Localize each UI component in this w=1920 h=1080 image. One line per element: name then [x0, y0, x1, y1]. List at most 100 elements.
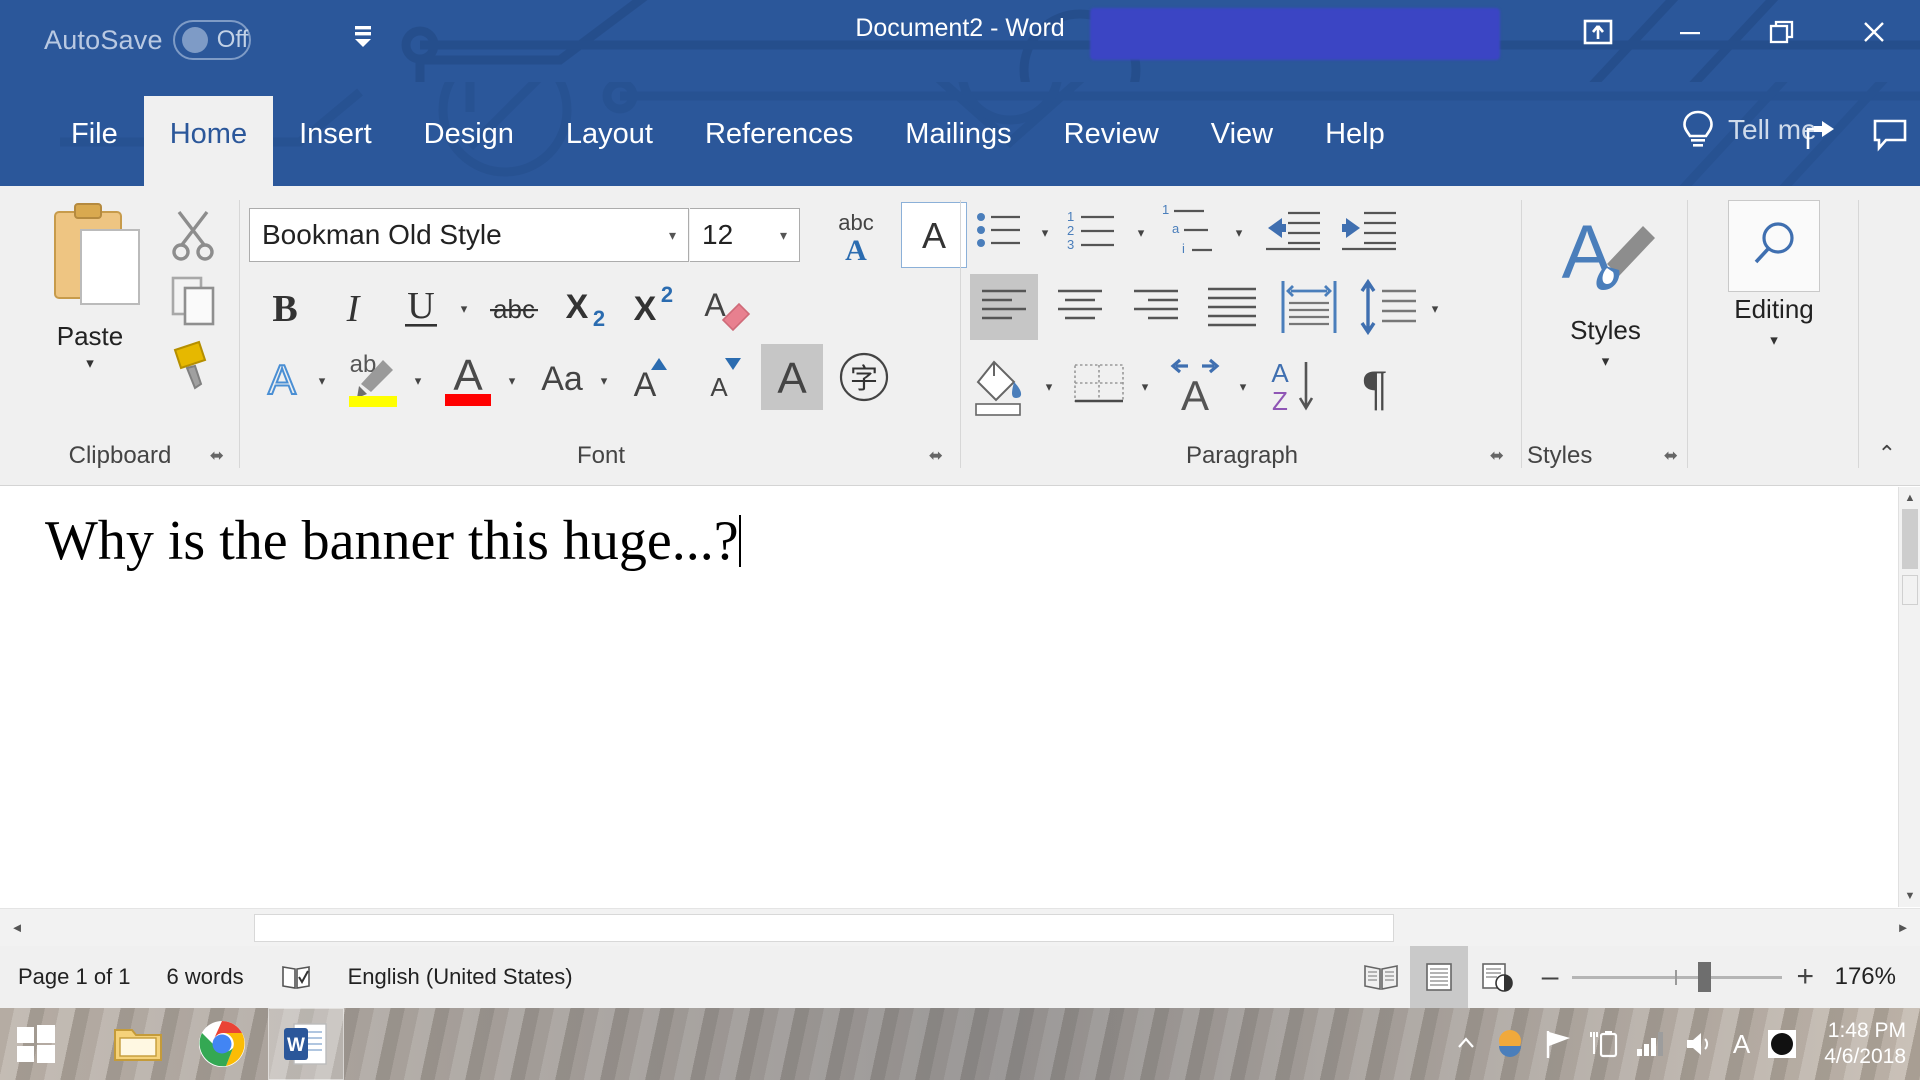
page-indicator[interactable]: Page 1 of 1: [0, 964, 149, 990]
underline-caret[interactable]: ▾: [453, 298, 475, 320]
security-notification-button[interactable]: [1543, 1028, 1573, 1060]
zoom-in-button[interactable]: +: [1796, 960, 1814, 994]
styles-dialog-launcher[interactable]: ⬌: [1664, 446, 1678, 466]
superscript-button[interactable]: X 2: [621, 278, 683, 338]
word-count[interactable]: 6 words: [149, 964, 262, 990]
numbering-caret[interactable]: ▾: [1130, 222, 1152, 244]
scroll-down-arrow[interactable]: ▼: [1899, 885, 1920, 907]
tab-review[interactable]: Review: [1038, 96, 1185, 186]
collapse-ribbon-button[interactable]: ⌃: [1878, 441, 1896, 467]
font-name-combobox[interactable]: Bookman Old Style ▾: [249, 208, 689, 262]
document-text[interactable]: Why is the banner this huge...?: [45, 509, 741, 573]
copy-button[interactable]: [165, 272, 221, 333]
borders-caret[interactable]: ▾: [1134, 376, 1156, 398]
horizontal-scroll-track[interactable]: [34, 909, 1886, 947]
center-button[interactable]: [1046, 274, 1114, 340]
styles-button-caret[interactable]: ▾: [1523, 352, 1688, 370]
text-effects-caret[interactable]: ▾: [311, 370, 333, 392]
justify-button[interactable]: [1198, 274, 1266, 340]
editing-icon-box[interactable]: [1728, 200, 1820, 292]
zoom-control[interactable]: – +: [1526, 960, 1830, 994]
battery-button[interactable]: [1589, 1028, 1619, 1060]
character-border-button[interactable]: 字: [833, 344, 895, 410]
text-highlight-toggle-button[interactable]: A: [901, 202, 967, 268]
clipboard-dialog-launcher[interactable]: ⬌: [210, 446, 224, 466]
show-hidden-icons-button[interactable]: [1455, 1033, 1477, 1055]
change-case-caret[interactable]: ▾: [593, 370, 615, 392]
tab-home[interactable]: Home: [143, 96, 274, 186]
tab-help[interactable]: Help: [1299, 96, 1411, 186]
decrease-indent-button[interactable]: [1260, 200, 1326, 262]
vertical-scroll-box[interactable]: [1902, 575, 1918, 605]
strikethrough-button[interactable]: abc: [481, 278, 547, 338]
taskbar-clock[interactable]: 1:48 PM 4/6/2018: [1814, 1018, 1906, 1071]
zoom-slider[interactable]: [1572, 961, 1783, 992]
paste-caret[interactable]: ▾: [30, 354, 150, 372]
read-mode-button[interactable]: [1352, 946, 1410, 1008]
document-canvas[interactable]: Why is the banner this huge...?: [0, 487, 1920, 947]
tab-layout[interactable]: Layout: [540, 96, 679, 186]
character-spacing-button[interactable]: A: [1160, 350, 1230, 420]
network-button[interactable]: [1635, 1029, 1667, 1059]
bold-button[interactable]: B: [255, 278, 315, 338]
multilevel-caret[interactable]: ▾: [1228, 222, 1250, 244]
horizontal-scrollbar[interactable]: ◄ ►: [0, 908, 1920, 946]
subscript-button[interactable]: X 2: [553, 278, 615, 338]
highlight-color-caret[interactable]: ▾: [407, 370, 429, 392]
tab-references[interactable]: References: [679, 96, 879, 186]
scroll-left-arrow[interactable]: ◄: [0, 909, 34, 947]
text-highlight-color-button[interactable]: ab: [339, 344, 407, 410]
character-spacing-caret[interactable]: ▾: [1232, 376, 1254, 398]
editing-button-caret[interactable]: ▾: [1689, 331, 1859, 349]
tab-view[interactable]: View: [1185, 96, 1299, 186]
autosave-toggle[interactable]: AutoSave Off: [44, 14, 251, 66]
underline-button[interactable]: U: [391, 278, 451, 338]
distributed-button[interactable]: [1274, 272, 1344, 342]
taskbar-app-file-explorer[interactable]: [100, 1008, 176, 1080]
vertical-scrollbar[interactable]: ▲ ▼: [1898, 487, 1920, 907]
character-shading-button[interactable]: A: [761, 344, 823, 410]
editing-button[interactable]: Editing ▾: [1689, 200, 1859, 349]
share-button[interactable]: [1794, 106, 1854, 162]
restore-button[interactable]: [1736, 0, 1828, 64]
increase-indent-button[interactable]: [1336, 200, 1402, 262]
close-button[interactable]: [1828, 0, 1920, 64]
scroll-right-arrow[interactable]: ►: [1886, 909, 1920, 947]
bullets-caret[interactable]: ▾: [1034, 222, 1056, 244]
line-spacing-button[interactable]: [1352, 272, 1424, 342]
volume-button[interactable]: [1683, 1029, 1717, 1059]
font-dialog-launcher[interactable]: ⬌: [929, 446, 943, 466]
line-spacing-caret[interactable]: ▾: [1424, 298, 1446, 320]
taskbar-app-google-chrome[interactable]: [184, 1008, 260, 1080]
zoom-out-button[interactable]: –: [1542, 960, 1559, 994]
tab-file[interactable]: File: [45, 96, 144, 186]
start-button[interactable]: [0, 1008, 72, 1080]
zoom-slider-thumb[interactable]: [1698, 961, 1712, 992]
format-painter-button[interactable]: [165, 336, 221, 397]
show-formatting-marks-button[interactable]: ¶: [1344, 352, 1406, 420]
customize-quick-access-icon[interactable]: [350, 22, 376, 48]
italic-button[interactable]: I: [323, 278, 383, 338]
bullets-button[interactable]: [970, 200, 1032, 262]
grow-font-alt-button[interactable]: abc A: [821, 202, 891, 268]
borders-button[interactable]: [1066, 354, 1132, 420]
font-size-caret[interactable]: ▾: [780, 227, 799, 244]
align-left-button[interactable]: [970, 274, 1038, 340]
weather-button[interactable]: [1493, 1027, 1527, 1061]
sort-button[interactable]: A Z: [1260, 352, 1326, 420]
clear-formatting-button[interactable]: A: [691, 278, 757, 338]
multilevel-list-button[interactable]: 1 a i: [1158, 196, 1226, 264]
cut-button[interactable]: [165, 206, 221, 267]
scroll-up-arrow[interactable]: ▲: [1899, 487, 1920, 509]
ribbon-display-options-button[interactable]: [1552, 0, 1644, 64]
tab-mailings[interactable]: Mailings: [879, 96, 1037, 186]
shading-button[interactable]: [970, 354, 1036, 420]
paragraph-dialog-launcher[interactable]: ⬌: [1490, 446, 1504, 466]
minimize-button[interactable]: [1644, 0, 1736, 64]
shrink-font-button[interactable]: A: [693, 346, 751, 410]
tab-insert[interactable]: Insert: [273, 96, 398, 186]
horizontal-scroll-thumb[interactable]: [254, 913, 1394, 942]
quick-access-toolbar[interactable]: [350, 22, 376, 48]
font-name-caret[interactable]: ▾: [669, 227, 688, 244]
font-size-combobox[interactable]: 12 ▾: [690, 208, 800, 262]
